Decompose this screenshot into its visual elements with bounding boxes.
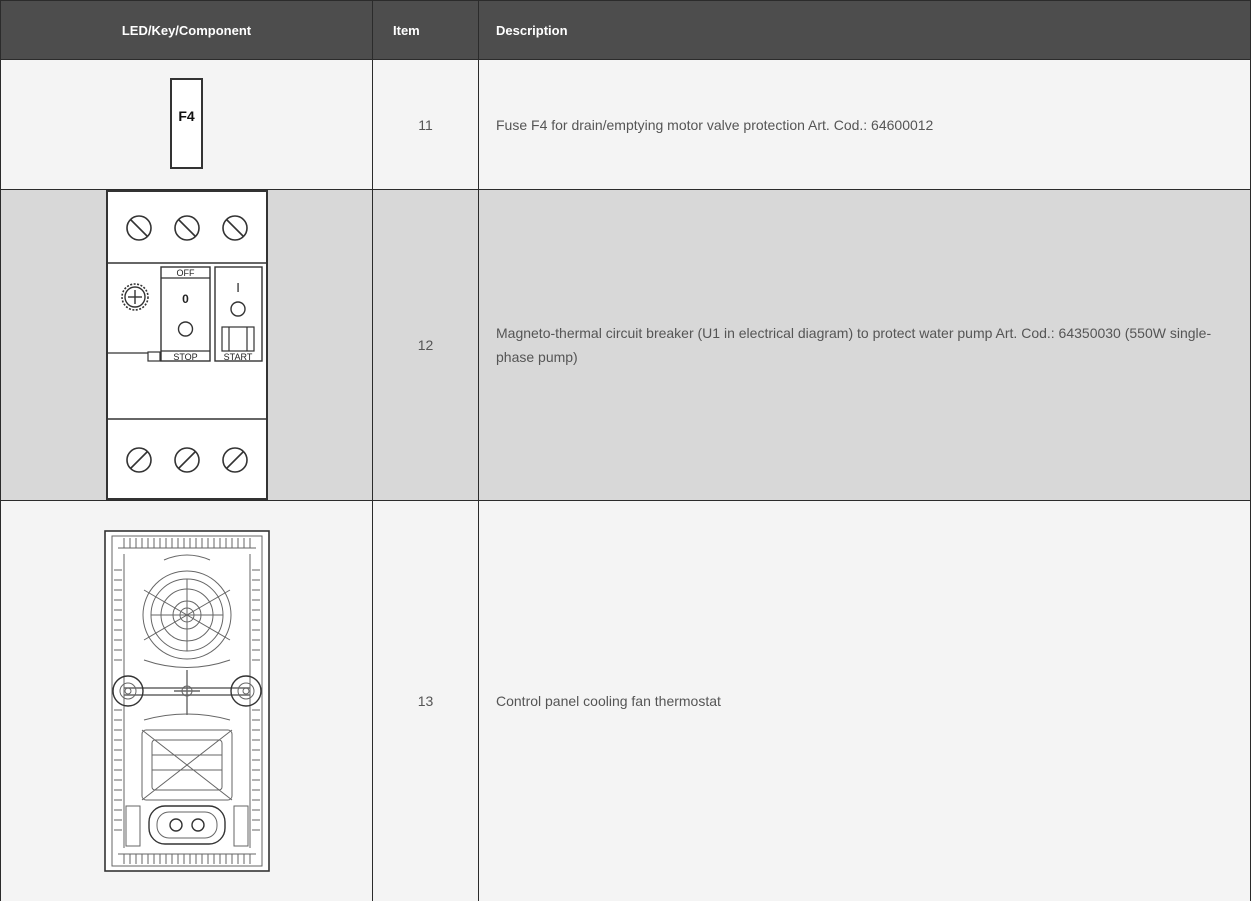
table-row: 13 Control panel cooling fan thermostat — [0, 500, 1251, 901]
item-number: 13 — [372, 500, 479, 901]
header-item: Item — [372, 0, 479, 60]
breaker-zero-label: 0 — [182, 292, 189, 306]
breaker-on-label: I — [236, 280, 240, 295]
component-cell: F4 — [0, 59, 373, 190]
table-row: OFF 0 STOP I START 12 Magneto-thermal ci… — [0, 189, 1251, 501]
thermostat-icon — [103, 530, 270, 872]
table-header-row: LED/Key/Component Item Description — [0, 0, 1251, 60]
description-cell: Magneto-thermal circuit breaker (U1 in e… — [478, 189, 1251, 501]
breaker-stop-label: STOP — [173, 352, 197, 362]
description-cell: Fuse F4 for drain/emptying motor valve p… — [478, 59, 1251, 190]
item-number: 12 — [372, 189, 479, 501]
fuse-icon: F4 — [170, 77, 203, 169]
fuse-label: F4 — [178, 107, 195, 124]
component-cell — [0, 500, 373, 901]
breaker-off-label: OFF — [176, 268, 194, 278]
header-description: Description — [478, 0, 1251, 60]
component-cell: OFF 0 STOP I START — [0, 189, 373, 501]
header-component: LED/Key/Component — [0, 0, 373, 60]
item-number: 11 — [372, 59, 479, 190]
component-table: LED/Key/Component Item Description F4 11… — [0, 0, 1251, 901]
table-row: F4 11 Fuse F4 for drain/emptying motor v… — [0, 59, 1251, 190]
circuit-breaker-icon: OFF 0 STOP I START — [105, 190, 268, 500]
description-cell: Control panel cooling fan thermostat — [478, 500, 1251, 901]
breaker-start-label: START — [223, 352, 252, 362]
